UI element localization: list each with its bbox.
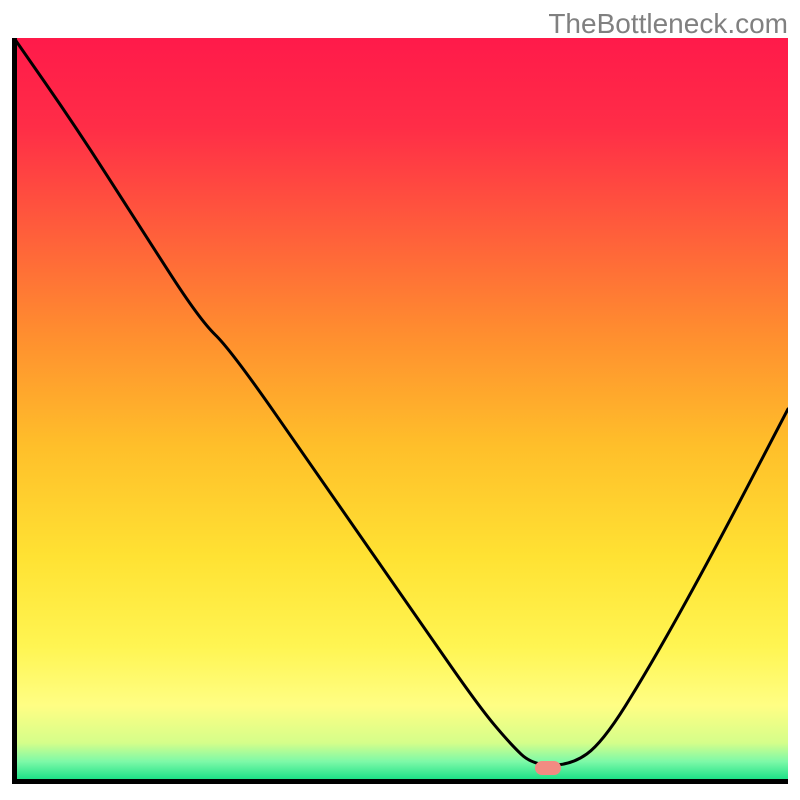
highlight-marker [535, 761, 561, 775]
chart-container: TheBottleneck.com [0, 0, 800, 800]
x-axis [14, 779, 788, 784]
chart-curve [14, 38, 788, 780]
plot-area [14, 38, 788, 780]
y-axis [12, 38, 17, 784]
watermark-label: TheBottleneck.com [548, 8, 788, 40]
